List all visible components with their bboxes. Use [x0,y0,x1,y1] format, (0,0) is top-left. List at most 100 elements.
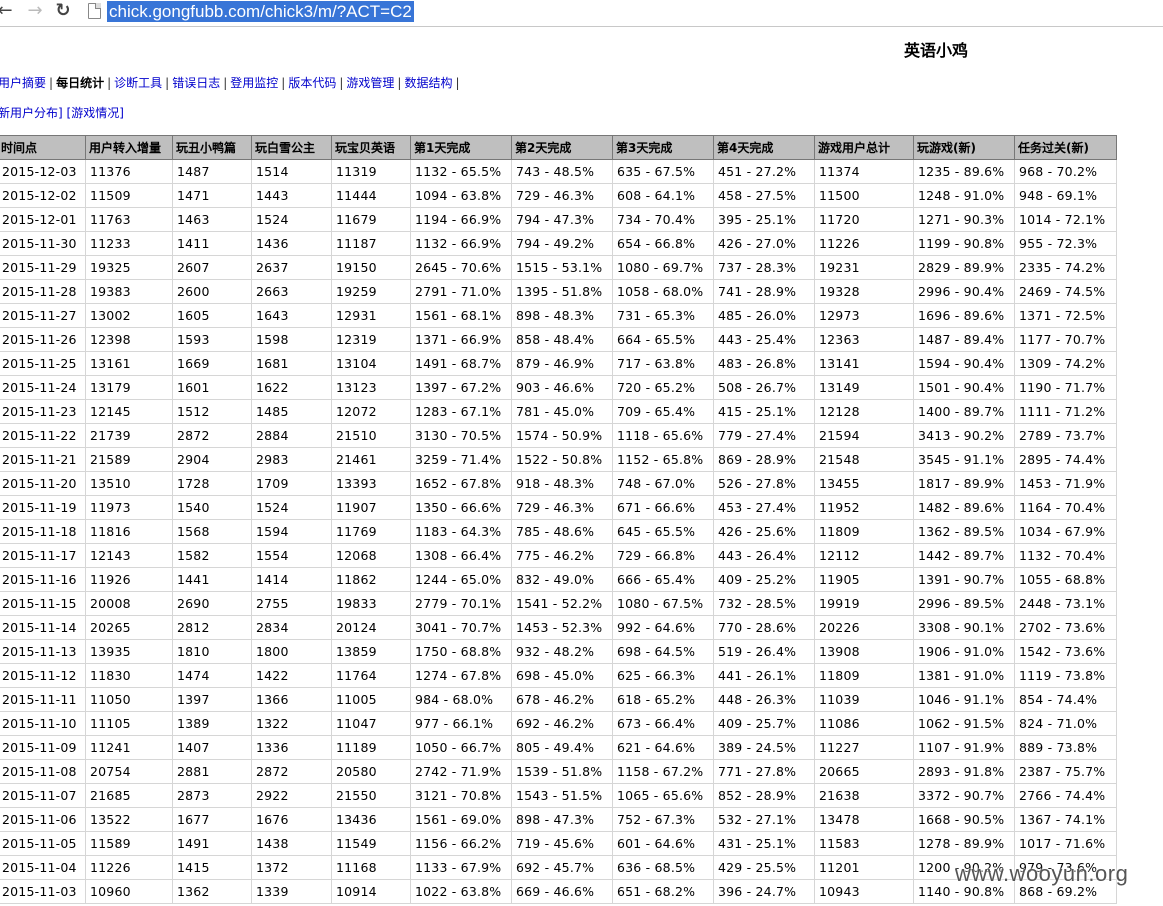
table-cell: 1309 - 74.2% [1014,351,1117,376]
table-cell: 1453 - 71.9% [1014,471,1117,496]
table-cell: 11376 [85,159,173,184]
table-cell: 11862 [331,567,411,592]
table-cell: 13522 [85,807,173,832]
table-cell: 779 - 27.4% [713,423,815,448]
table-cell: 1133 - 67.9% [410,855,512,880]
menu-separator: | [455,76,460,90]
table-cell: 968 - 70.2% [1014,159,1117,184]
table-cell: 2015-11-12 [0,663,86,688]
column-header: 第1天完成 [410,135,512,160]
table-cell: 508 - 26.7% [713,375,815,400]
table-cell: 2015-11-07 [0,783,86,808]
table-cell: 11374 [814,159,914,184]
table-cell: 11050 [85,687,173,712]
table-cell: 2335 - 74.2% [1014,255,1117,280]
table-cell: 429 - 25.5% [713,855,815,880]
table-cell: 12072 [331,399,411,424]
reload-icon[interactable]: ↻ [52,0,74,24]
table-cell: 984 - 68.0% [410,687,512,712]
table-cell: 669 - 46.6% [511,879,613,904]
table-cell: 1568 [172,519,252,544]
table-cell: 11189 [331,735,411,760]
sub-menu: 新用户分布] [游戏情况] [0,104,124,121]
table-cell: 1906 - 91.0% [913,639,1015,664]
table-cell: 1391 - 90.7% [913,567,1015,592]
table-cell: 443 - 25.4% [713,327,815,352]
menu-item-7[interactable]: 数据结构 [404,76,452,90]
table-cell: 1594 - 90.4% [913,351,1015,376]
menu-item-4[interactable]: 登用监控 [230,76,278,90]
table-cell: 2015-11-18 [0,519,86,544]
table-cell: 13478 [814,807,914,832]
menu-item-1[interactable]: 每日统计 [56,76,104,90]
address-bar[interactable]: chick.gongfubb.com/chick3/m/?ACT=C2 [107,1,414,22]
column-header: 第3天完成 [612,135,714,160]
table-cell: 743 - 48.5% [511,159,613,184]
back-arrow-icon[interactable]: ← [0,0,16,24]
table-cell: 1522 - 50.8% [511,447,613,472]
table-cell: 426 - 27.0% [713,231,815,256]
table-cell: 21685 [85,783,173,808]
menu-item-2[interactable]: 诊断工具 [114,76,162,90]
menu-separator: | [49,76,54,90]
table-cell: 431 - 25.1% [713,831,815,856]
table-cell: 11226 [814,231,914,256]
table-cell: 1414 [251,567,332,592]
table-cell: 645 - 65.5% [612,519,714,544]
column-header: 第2天完成 [511,135,613,160]
table-cell: 11907 [331,495,411,520]
table-cell: 1515 - 53.1% [511,255,613,280]
table-cell: 1415 [172,855,252,880]
table-cell: 3121 - 70.8% [410,783,512,808]
table-cell: 1118 - 65.6% [612,423,714,448]
table-cell: 748 - 67.0% [612,471,714,496]
table-cell: 1235 - 89.6% [913,159,1015,184]
menu-item-6[interactable]: 游戏管理 [346,76,394,90]
table-cell: 11444 [331,183,411,208]
menu-item-3[interactable]: 错误日志 [172,76,220,90]
menu-item-0[interactable]: 用户摘要 [0,76,46,90]
forward-arrow-icon[interactable]: → [24,0,46,24]
menu-item-5[interactable]: 版本代码 [288,76,336,90]
table-cell: 11047 [331,711,411,736]
table-cell: 2702 - 73.6% [1014,615,1117,640]
column-header: 游戏用户总计 [814,135,914,160]
table-cell: 918 - 48.3% [511,471,613,496]
table-cell: 1485 [251,399,332,424]
table-cell: 1271 - 90.3% [913,207,1015,232]
table-cell: 1541 - 52.2% [511,591,613,616]
submenu-item-new-user-distribution[interactable]: 新用户分布] [0,106,63,120]
table-cell: 12068 [331,543,411,568]
table-cell: 1244 - 65.0% [410,567,512,592]
table-cell: 2015-11-14 [0,615,86,640]
submenu-item-game-status[interactable]: [游戏情况] [67,106,124,120]
table-cell: 3372 - 90.7% [913,783,1015,808]
table-cell: 448 - 26.3% [713,687,815,712]
table-cell: 698 - 45.0% [511,663,613,688]
table-cell: 2015-12-01 [0,207,86,232]
table-cell: 11241 [85,735,173,760]
table-cell: 898 - 47.3% [511,807,613,832]
table-cell: 1487 [172,159,252,184]
table-cell: 1164 - 70.4% [1014,495,1117,520]
table-cell: 635 - 67.5% [612,159,714,184]
table-cell: 443 - 26.4% [713,543,815,568]
table-cell: 1194 - 66.9% [410,207,512,232]
table-cell: 1453 - 52.3% [511,615,613,640]
table-cell: 11319 [331,159,411,184]
table-cell: 771 - 27.8% [713,759,815,784]
table-row: 2015-12-02 11509 1471 1443 11444 1094 - 63.8%… [0,183,1117,208]
column-header: 用户转入增量 [85,135,173,160]
table-cell: 2872 [251,759,332,784]
table-cell: 1561 - 68.1% [410,303,512,328]
table-cell: 1539 - 51.8% [511,759,613,784]
table-cell: 625 - 66.3% [612,663,714,688]
table-cell: 1111 - 71.2% [1014,399,1117,424]
table-cell: 1681 [251,351,332,376]
table-cell: 20008 [85,591,173,616]
column-header: 玩白雪公主 [251,135,332,160]
table-cell: 2690 [172,591,252,616]
table-cell: 651 - 68.2% [612,879,714,904]
table-cell: 720 - 65.2% [612,375,714,400]
table-cell: 10943 [814,879,914,904]
